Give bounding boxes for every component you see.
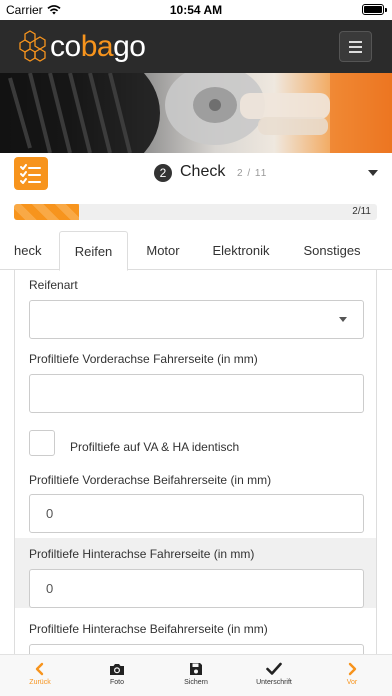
tab-check[interactable]: heck — [0, 231, 50, 270]
logo-wordmark: cobago — [50, 30, 146, 64]
next-button[interactable]: Vor — [317, 655, 387, 696]
step-number-badge: 2 — [154, 164, 172, 182]
hero-banner-image — [0, 73, 392, 153]
tab-elektronik[interactable]: Elektronik — [201, 231, 281, 270]
reifenart-select[interactable] — [29, 300, 364, 339]
chevron-down-icon[interactable] — [368, 170, 378, 176]
floppy-disk-icon — [190, 663, 202, 675]
logo-part-1: co — [50, 30, 81, 63]
back-label: Zurück — [29, 679, 51, 686]
signature-label: Unterschrift — [256, 679, 292, 686]
photo-button[interactable]: Foto — [82, 655, 152, 696]
reifenart-label: Reifenart — [29, 278, 78, 292]
va-beifahrer-input[interactable]: 0 — [29, 494, 364, 533]
back-button[interactable]: Zurück — [5, 655, 75, 696]
app-header: cobago — [0, 20, 392, 73]
ha-fahrer-input[interactable]: 0 — [29, 569, 364, 608]
chevron-right-icon — [348, 662, 357, 676]
next-label: Vor — [346, 679, 358, 686]
save-label: Sichern — [184, 679, 208, 686]
va-fahrer-label: Profiltiefe Vorderachse Fahrerseite (in … — [29, 352, 258, 366]
photo-label: Foto — [109, 679, 124, 686]
tire-form: Reifenart Profiltiefe Vorderachse Fahrer… — [14, 270, 377, 654]
va-beifahrer-label: Profiltiefe Vorderachse Beifahrerseite (… — [29, 473, 272, 487]
tab-sonstiges[interactable]: Sonstiges — [292, 231, 372, 270]
signature-button[interactable]: Unterschrift — [239, 655, 309, 696]
cobago-logo[interactable]: cobago — [18, 28, 146, 66]
step-title: Check — [180, 163, 226, 180]
progress-label: 2/11 — [352, 206, 371, 217]
tire-service-illustration — [0, 73, 392, 153]
tab-reifen[interactable]: Reifen — [59, 231, 128, 271]
identisch-checkbox[interactable] — [29, 430, 55, 456]
identisch-label: Profiltiefe auf VA & HA identisch — [70, 440, 240, 454]
chevron-down-icon — [339, 317, 347, 322]
logo-part-3: go — [113, 30, 146, 63]
save-button[interactable]: Sichern — [161, 655, 231, 696]
va-fahrer-input[interactable] — [29, 374, 364, 413]
checkmark-icon — [266, 662, 282, 675]
hamburger-menu-icon[interactable] — [339, 31, 372, 62]
ha-beifahrer-input[interactable] — [29, 644, 364, 654]
category-tabs: heck Reifen Motor Elektronik Sonstiges — [0, 231, 392, 271]
progress-fill — [14, 204, 80, 220]
tab-motor[interactable]: Motor — [134, 231, 192, 270]
checklist-icon — [20, 163, 41, 184]
hexagon-logo-icon — [19, 30, 46, 62]
checklist-button[interactable] — [14, 157, 48, 190]
chevron-left-icon — [35, 662, 44, 676]
camera-icon — [110, 664, 124, 675]
logo-part-2: ba — [80, 30, 114, 63]
step-count: 2 / 11 — [237, 168, 268, 179]
step-header[interactable]: 2 Check 2 / 11 — [0, 153, 392, 193]
battery-icon — [362, 4, 387, 15]
status-bar: Carrier 10:54 AM — [0, 0, 392, 20]
bottom-toolbar: Zurück Foto Sichern Unterschrift Vor — [0, 654, 392, 696]
clock: 10:54 AM — [169, 3, 223, 17]
ha-beifahrer-label: Profiltiefe Hinterachse Beifahrerseite (… — [29, 622, 268, 636]
ha-fahrer-label: Profiltiefe Hinterachse Fahrerseite (in … — [29, 547, 255, 561]
progress-bar: 2/11 — [14, 204, 377, 220]
